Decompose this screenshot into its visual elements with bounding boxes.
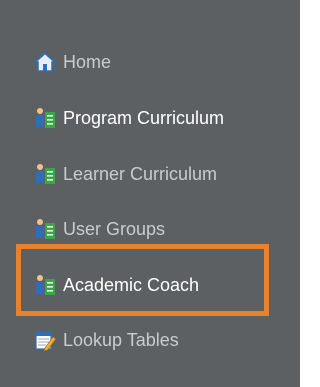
nav-item-label: Learner Curriculum (63, 163, 218, 184)
nav-item-learner-curriculum[interactable]: Learner Curriculum (34, 159, 217, 189)
home-icon (34, 51, 56, 73)
nav-item-label: Program Curriculum (63, 107, 225, 128)
org-chart-icon (34, 163, 56, 185)
org-chart-icon (34, 274, 56, 296)
nav-item-home[interactable]: Home (34, 47, 111, 77)
nav-item-label: Lookup Tables (63, 329, 179, 350)
org-chart-icon (34, 218, 56, 240)
navigation-panel: Home Program Curriculum Learner Curricul… (0, 0, 300, 387)
nav-item-label: Academic Coach (63, 274, 200, 295)
nav-item-label: Home (63, 51, 112, 72)
nav-item-user-groups[interactable]: User Groups (34, 214, 165, 244)
edit-table-icon (34, 329, 56, 351)
nav-item-lookup-tables[interactable]: Lookup Tables (34, 325, 179, 355)
nav-item-program-curriculum[interactable]: Program Curriculum (34, 103, 224, 133)
org-chart-icon (34, 107, 56, 129)
nav-item-label: User Groups (63, 218, 166, 239)
nav-item-academic-coach[interactable]: Academic Coach (34, 270, 199, 300)
